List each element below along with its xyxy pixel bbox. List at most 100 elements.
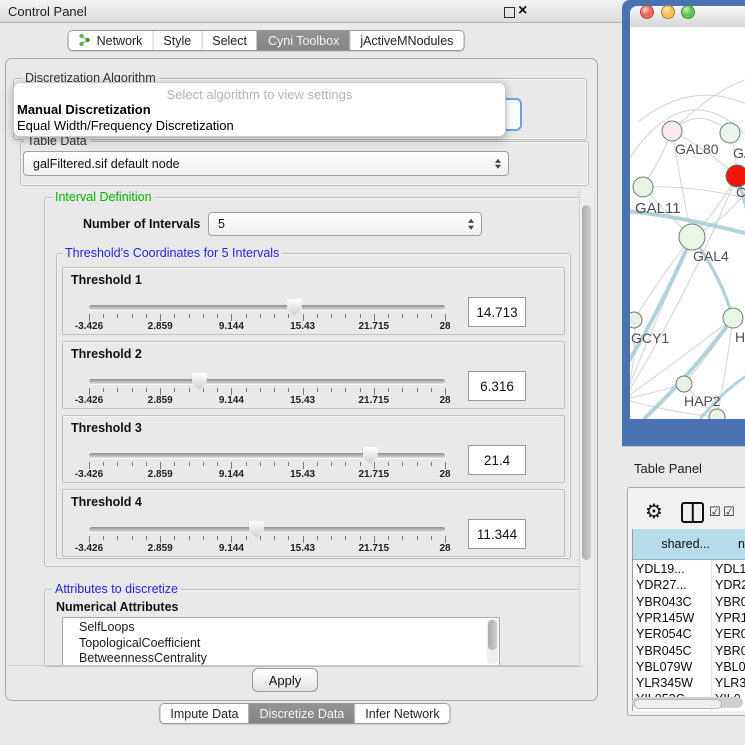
- slider-track[interactable]: [89, 305, 445, 310]
- top-tab-select[interactable]: Select: [201, 31, 257, 50]
- table-cell[interactable]: YER054C: [636, 627, 692, 641]
- bottom-tab-infer-network[interactable]: Infer Network: [354, 704, 449, 723]
- bottom-tab-impute-data[interactable]: Impute Data: [160, 704, 248, 723]
- tick-mark: [431, 314, 432, 318]
- column-header-name[interactable]: na: [711, 529, 745, 560]
- tick-mark: [417, 536, 418, 540]
- attribute-item[interactable]: SelfLoops: [63, 620, 499, 636]
- node-GCY1[interactable]: [630, 312, 642, 328]
- tick-mark: [217, 462, 218, 466]
- tick-mark: [374, 314, 375, 321]
- table-cell[interactable]: YBR0: [715, 595, 745, 609]
- float-panel-icon[interactable]: [504, 7, 515, 18]
- tick-mark: [317, 314, 318, 318]
- top-tab-network[interactable]: Network: [69, 31, 153, 50]
- top-tab-label: Style: [163, 34, 191, 48]
- table-panel-title: Table Panel: [634, 461, 702, 476]
- network-edge: [634, 237, 692, 320]
- node-partial[interactable]: [709, 409, 725, 419]
- table-cell[interactable]: YBL079W: [636, 660, 692, 674]
- top-tab-jactivemnodules[interactable]: jActiveMNodules: [349, 31, 463, 50]
- table-data-combobox[interactable]: galFiltered.sif default node: [23, 151, 509, 176]
- table-cell[interactable]: YPR145W: [636, 611, 694, 625]
- tick-label: 15.43: [290, 395, 315, 406]
- top-tab-style[interactable]: Style: [152, 31, 201, 50]
- tick-mark: [331, 314, 332, 318]
- table-h-scrollbar[interactable]: [632, 697, 743, 708]
- table-cell[interactable]: YBR0: [715, 644, 745, 658]
- table-cell[interactable]: YLR3: [715, 676, 745, 690]
- node-GAL80[interactable]: [662, 121, 682, 141]
- node-HAP2[interactable]: [676, 376, 692, 392]
- screen: Control Panel × NetworkStyleSelectCyni T…: [0, 0, 745, 745]
- network-canvas[interactable]: GAL80GACGAL11GAL4GCY1HHAP2: [630, 27, 745, 419]
- node-GAL4[interactable]: [679, 224, 705, 250]
- node-GAL11[interactable]: [633, 177, 653, 197]
- tick-mark: [331, 388, 332, 392]
- algorithm-option[interactable]: Equal Width/Frequency Discretization: [17, 118, 234, 133]
- checkbox-icon[interactable]: ☑: [709, 504, 721, 520]
- tick-mark: [431, 388, 432, 392]
- tick-mark: [217, 536, 218, 540]
- tick-mark: [345, 388, 346, 392]
- table-cell[interactable]: YBR045C: [636, 644, 692, 658]
- close-window-icon[interactable]: [640, 5, 654, 19]
- attribute-item[interactable]: TopologicalCoefficient: [63, 636, 499, 652]
- threshold-value-field[interactable]: 21.4: [468, 445, 526, 475]
- tick-mark: [260, 536, 261, 540]
- node-H[interactable]: [723, 308, 743, 328]
- table-cell[interactable]: YPR1: [715, 611, 745, 625]
- tick-mark: [260, 462, 261, 466]
- tick-mark: [431, 536, 432, 540]
- algorithm-dropdown-popup: Select algorithm to view settings Manual…: [13, 82, 506, 137]
- table-cell[interactable]: YBL0: [715, 660, 745, 674]
- network-edge: [638, 95, 745, 122]
- bottom-tab-discretize-data[interactable]: Discretize Data: [249, 704, 355, 723]
- top-tab-cyni-toolbox[interactable]: Cyni Toolbox: [257, 31, 349, 50]
- table-cell[interactable]: YER0: [715, 627, 745, 641]
- num-intervals-combobox[interactable]: 5: [208, 212, 482, 236]
- slider-track[interactable]: [89, 527, 445, 532]
- table-cell[interactable]: YDL1: [715, 562, 745, 576]
- slider-track[interactable]: [89, 453, 445, 458]
- apply-button[interactable]: Apply: [252, 668, 318, 692]
- table-cell[interactable]: YDR2: [715, 578, 745, 592]
- bottom-tab-bar: Impute DataDiscretize DataInfer Network: [159, 703, 450, 724]
- tick-mark: [417, 462, 418, 466]
- tick-mark: [317, 536, 318, 540]
- tick-mark: [288, 462, 289, 466]
- threshold-value-field[interactable]: 11.344: [468, 519, 526, 549]
- list-scrollbar[interactable]: [487, 619, 498, 664]
- tick-mark: [89, 462, 90, 469]
- slider-track[interactable]: [89, 379, 445, 384]
- slider-thumb[interactable]: [192, 373, 207, 390]
- table-cell[interactable]: YLR345W: [636, 676, 693, 690]
- threshold-value-field[interactable]: 6.316: [468, 371, 526, 401]
- node-table[interactable]: shared... na YDL19... YDL1 YDR27... YDR2 YBR…: [632, 529, 745, 711]
- gear-icon[interactable]: ⚙: [645, 499, 663, 524]
- table-cell[interactable]: YBR043C: [636, 595, 692, 609]
- close-panel-icon[interactable]: ×: [518, 1, 527, 21]
- threshold-value-field[interactable]: 14.713: [468, 297, 526, 327]
- table-cell[interactable]: YDR27...: [636, 578, 687, 592]
- split-columns-icon[interactable]: [681, 502, 704, 523]
- zoom-window-icon[interactable]: [681, 5, 695, 19]
- algorithm-option[interactable]: Manual Discretization: [17, 102, 151, 117]
- minimize-window-icon[interactable]: [661, 5, 675, 19]
- tick-label: 21.715: [359, 543, 390, 554]
- slider-thumb[interactable]: [363, 447, 378, 464]
- column-divider: [711, 560, 712, 711]
- interval-definition-title: Interval Definition: [52, 190, 155, 204]
- node-GA[interactable]: [720, 123, 740, 143]
- column-header-shared-name[interactable]: shared...: [633, 529, 716, 560]
- checkbox-icon[interactable]: ☑: [723, 504, 735, 520]
- panel-scrollbar[interactable]: [579, 188, 593, 665]
- table-cell[interactable]: YDL19...: [636, 562, 685, 576]
- tick-mark: [146, 536, 147, 540]
- viewport-divider: [7, 665, 579, 666]
- attributes-listbox[interactable]: SelfLoopsTopologicalCoefficientBetweenne…: [62, 617, 500, 666]
- threshold-label: Threshold 1: [71, 273, 142, 287]
- slider-thumb[interactable]: [249, 521, 264, 538]
- tick-mark: [174, 314, 175, 318]
- attribute-item[interactable]: BetweennessCentrality: [63, 651, 499, 666]
